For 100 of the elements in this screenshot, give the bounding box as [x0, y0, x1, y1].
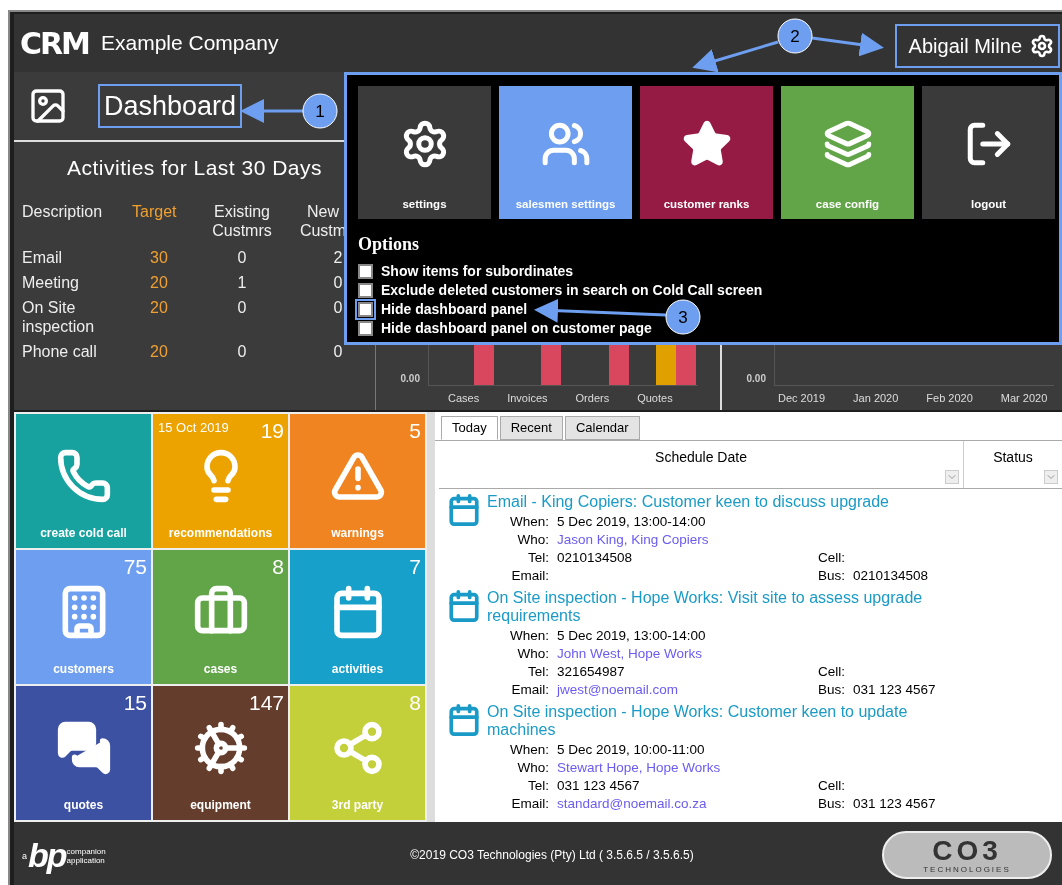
table-cell-text: 20: [149, 272, 169, 292]
activity-title[interactable]: Email - King Copiers: Customer keen to discuss upgrade: [487, 493, 957, 511]
table-cell-text: Email: [22, 247, 63, 267]
checkbox[interactable]: [358, 264, 373, 279]
field-label: Tel:: [527, 777, 549, 795]
field-label: When:: [508, 741, 549, 759]
highlight-frame: [355, 299, 376, 320]
axis-label: Orders: [575, 390, 610, 406]
tile-label: settings: [402, 196, 447, 212]
field-value: 031 123 4567: [853, 681, 937, 699]
tile-count: 8: [272, 554, 284, 580]
contact-link[interactable]: Stewart Hope, Hope Works: [557, 759, 777, 777]
field-value: 0210134508: [557, 549, 634, 567]
column-header[interactable]: Status: [964, 441, 1062, 488]
tile-label: 3rd party: [331, 797, 384, 814]
axis-label: Dec 2019: [778, 390, 826, 406]
column-header: Target: [132, 201, 178, 222]
tile-label: activities: [331, 661, 384, 678]
dashboard-tile[interactable]: create cold call: [16, 414, 151, 548]
image-icon: [28, 86, 68, 126]
axis-tick-label: 0.00: [399, 371, 421, 386]
dashboard-tile[interactable]: 5 warnings: [290, 414, 425, 548]
options-heading: Options: [358, 233, 421, 256]
field-label: Who:: [516, 531, 549, 549]
table-cell-text: 30: [149, 247, 169, 267]
tile-count: 7: [409, 554, 421, 580]
menu-tile[interactable]: customer ranks: [640, 86, 773, 219]
tile-count: 19: [260, 418, 284, 444]
checkbox[interactable]: [358, 321, 373, 336]
field-value: 0210134508: [853, 567, 930, 585]
menu-tile[interactable]: salesmen settings: [499, 86, 632, 219]
field-label: Email:: [510, 795, 549, 813]
gears-icon: [192, 720, 249, 776]
menu-tile[interactable]: case config: [781, 86, 914, 219]
field-label: Cell:: [817, 549, 845, 567]
chat-icon: [55, 720, 112, 776]
table-cell-text: 0: [332, 341, 344, 361]
field-label: When:: [508, 513, 549, 531]
column-header: Description: [22, 201, 104, 222]
callout-badge: 3: [665, 299, 701, 335]
contact-link[interactable]: John West, Hope Works: [557, 645, 777, 663]
company-name: Example Company: [101, 30, 279, 57]
menu-tile[interactable]: settings: [358, 86, 491, 219]
table-cell-text: 20: [149, 297, 169, 318]
contact-link[interactable]: Jason King, King Copiers: [557, 531, 777, 549]
table-cell-text: 0: [236, 247, 248, 267]
column-header[interactable]: Schedule Date: [439, 441, 964, 488]
callout-arrow: [240, 99, 303, 123]
tab[interactable]: Today: [441, 416, 498, 440]
bp-logo: bp: [28, 837, 66, 873]
checkbox[interactable]: [358, 302, 373, 317]
contact-link[interactable]: jwest@noemail.com: [557, 681, 777, 699]
field-label: Tel:: [527, 663, 549, 681]
activity-title[interactable]: On Site inspection - Hope Works: Customer keen to update machines: [487, 703, 957, 739]
field-label: When:: [508, 627, 549, 645]
field-label: Who:: [516, 759, 549, 777]
field-label: Who:: [516, 645, 549, 663]
tile-label: logout: [970, 196, 1007, 212]
tile-label: warnings: [331, 525, 384, 542]
dashboard-tile[interactable]: 8 cases: [153, 550, 288, 684]
field-value: 5 Dec 2019, 10:00-11:00: [557, 741, 706, 759]
logo-caption: companion: [66, 847, 106, 856]
table-cell-text: On Site inspection: [22, 297, 96, 336]
contact-link[interactable]: standard@noemail.co.za: [557, 795, 777, 813]
axis-label: Invoices: [507, 390, 548, 406]
field-label: Email:: [510, 681, 549, 699]
layers-icon: [822, 118, 873, 169]
callout-badge: 1: [302, 93, 338, 129]
tile-label: case config: [815, 196, 880, 212]
table-cell-text: 0: [332, 272, 344, 292]
dashboard-tile[interactable]: 75 customers: [16, 550, 151, 684]
tile-count: 147: [248, 690, 284, 716]
axis-label: Cases: [448, 390, 480, 406]
field-label: Cell:: [817, 777, 845, 795]
activity-title[interactable]: On Site inspection - Hope Works: Visit site to assess upgrade requirements: [487, 589, 957, 625]
co3-logo: CO3 TECHNOLOGIES: [882, 831, 1052, 879]
axis-label: Feb 2020: [926, 390, 973, 406]
phone-icon: [55, 448, 112, 504]
table-cell-text: 20: [149, 341, 169, 361]
field-label: Email:: [510, 567, 549, 585]
table-cell-text: Meeting: [22, 272, 80, 292]
checkbox[interactable]: [358, 283, 373, 298]
settings-icon: [1030, 34, 1054, 58]
logo-caption: application: [66, 856, 105, 865]
dashboard-tile[interactable]: 147 equipment: [153, 686, 288, 820]
crm-logo: CRM: [20, 24, 89, 63]
option-label: Hide dashboard panel: [381, 300, 528, 319]
field-value: 031 123 4567: [557, 777, 641, 795]
option-label: Hide dashboard panel on customer page: [381, 319, 652, 338]
tile-date: 15 Oct 2019: [158, 419, 229, 437]
field-label: Tel:: [527, 549, 549, 567]
tab[interactable]: Calendar: [564, 416, 640, 440]
tab[interactable]: Recent: [499, 416, 563, 440]
menu-tile[interactable]: logout: [922, 86, 1055, 219]
dashboard-tile[interactable]: 15 quotes: [16, 686, 151, 820]
table-cell-text: 2: [332, 247, 344, 267]
dashboard-tile[interactable]: 7 activities: [290, 550, 425, 684]
axis-label: Jan 2020: [853, 390, 899, 406]
user-menu[interactable]: Abigail Milne: [894, 24, 1060, 68]
tile-label: create cold call: [40, 525, 127, 542]
